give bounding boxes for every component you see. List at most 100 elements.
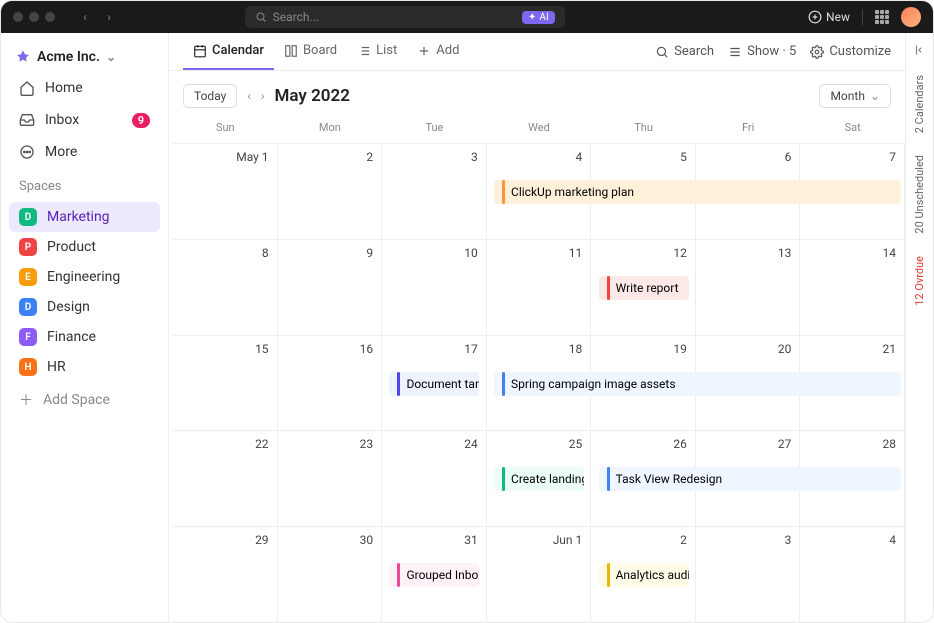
event-color-bar: [502, 467, 505, 491]
apps-icon[interactable]: [875, 10, 889, 24]
space-badge-icon: E: [19, 268, 37, 286]
window-controls[interactable]: [13, 12, 55, 22]
sidebar-item-inbox[interactable]: Inbox 9: [9, 105, 160, 135]
day-number: 16: [360, 342, 374, 356]
divider: [862, 9, 863, 25]
day-number: 9: [366, 246, 373, 260]
back-button[interactable]: ‹: [75, 7, 95, 27]
spaces-section-label: Spaces: [9, 169, 160, 200]
calendar-day[interactable]: Jun 1: [487, 527, 592, 622]
collapse-icon[interactable]: [913, 43, 927, 57]
add-space-button[interactable]: ＋ Add Space: [9, 384, 160, 416]
calendar-day[interactable]: 11: [487, 240, 592, 335]
calendar-day[interactable]: 22: [173, 431, 278, 526]
calendar-event[interactable]: Document target users: [389, 372, 479, 396]
day-number: 13: [778, 246, 792, 260]
calendar-day[interactable]: 30: [278, 527, 383, 622]
event-label: Write report: [616, 281, 679, 295]
view-select[interactable]: Month⌄: [819, 84, 891, 108]
sidebar-item-more[interactable]: More: [9, 137, 160, 167]
ai-badge[interactable]: ✦ AI: [522, 11, 555, 24]
tab-list[interactable]: List: [347, 33, 407, 70]
space-label: HR: [47, 359, 66, 375]
new-button[interactable]: New: [808, 10, 850, 24]
search-button[interactable]: Search: [655, 44, 714, 59]
day-number: 20: [778, 342, 792, 356]
show-button[interactable]: Show · 5: [728, 44, 796, 59]
today-button[interactable]: Today: [183, 84, 237, 108]
calendar-event[interactable]: Write report: [599, 276, 689, 300]
space-badge-icon: H: [19, 358, 37, 376]
sidebar-space-product[interactable]: PProduct: [9, 232, 160, 262]
day-number: 4: [889, 533, 896, 547]
calendar-day[interactable]: 4: [800, 527, 905, 622]
day-number: Jun 1: [553, 533, 583, 547]
calendar-event[interactable]: Create landing page: [494, 467, 584, 491]
calendar-event[interactable]: Task View Redesign: [599, 467, 902, 491]
day-number: 6: [785, 150, 792, 164]
calendar-day[interactable]: 23: [278, 431, 383, 526]
forward-button[interactable]: ›: [99, 7, 119, 27]
space-badge-icon: D: [19, 298, 37, 316]
calendar-day[interactable]: 2: [278, 144, 383, 239]
event-label: Create landing page: [511, 472, 584, 486]
event-label: Document target users: [406, 377, 479, 391]
calendar-day[interactable]: 14: [800, 240, 905, 335]
overdue-count[interactable]: 12 Ovrdue: [913, 252, 926, 310]
tab-board[interactable]: Board: [274, 33, 347, 70]
plus-icon: [417, 44, 431, 58]
calendar-day[interactable]: 13: [696, 240, 801, 335]
event-color-bar: [607, 467, 610, 491]
sidebar-space-engineering[interactable]: EEngineering: [9, 262, 160, 292]
space-badge-icon: F: [19, 328, 37, 346]
plus-circle-icon: [808, 10, 822, 24]
dow-label: Fri: [696, 121, 801, 143]
sliders-icon: [728, 45, 742, 59]
calendar-day[interactable]: 24: [382, 431, 487, 526]
calendars-count[interactable]: 2 Calendars: [913, 71, 926, 137]
dow-label: Tue: [382, 121, 487, 143]
calendar-day[interactable]: 8: [173, 240, 278, 335]
calendar-event[interactable]: Analytics audit: [599, 563, 689, 587]
event-color-bar: [502, 372, 505, 396]
sidebar-space-finance[interactable]: FFinance: [9, 322, 160, 352]
next-month-button[interactable]: ›: [261, 89, 265, 103]
unscheduled-count[interactable]: 20 Unscheduled: [913, 151, 926, 238]
search-input[interactable]: Search... ✦ AI: [245, 6, 565, 28]
calendar-day[interactable]: 15: [173, 336, 278, 431]
day-number: 28: [882, 437, 896, 451]
calendar-day[interactable]: 3: [382, 144, 487, 239]
prev-month-button[interactable]: ‹: [247, 89, 251, 103]
avatar[interactable]: [901, 7, 921, 27]
day-number: 15: [255, 342, 269, 356]
calendar-day[interactable]: 9: [278, 240, 383, 335]
sidebar-space-marketing[interactable]: DMarketing: [9, 202, 160, 232]
calendar-day[interactable]: May 1: [173, 144, 278, 239]
day-number: 30: [360, 533, 374, 547]
day-number: 21: [882, 342, 896, 356]
calendar-day[interactable]: 10: [382, 240, 487, 335]
day-number: 25: [569, 437, 583, 451]
calendar-day[interactable]: 3: [696, 527, 801, 622]
sidebar-space-design[interactable]: DDesign: [9, 292, 160, 322]
calendar-day[interactable]: 16: [278, 336, 383, 431]
search-icon: [255, 11, 267, 23]
customize-button[interactable]: Customize: [810, 44, 891, 59]
sidebar-space-hr[interactable]: H HR: [9, 352, 160, 382]
inbox-badge: 9: [132, 113, 150, 128]
day-number: 5: [680, 150, 687, 164]
calendar-event[interactable]: Spring campaign image assets: [494, 372, 901, 396]
day-number: 4: [576, 150, 583, 164]
workspace-switcher[interactable]: Acme Inc. ⌄: [9, 43, 160, 71]
chevron-down-icon: ⌄: [870, 89, 880, 103]
event-label: Grouped Inbox Comments: [406, 568, 479, 582]
calendar-day[interactable]: 29: [173, 527, 278, 622]
sidebar-item-home[interactable]: Home: [9, 73, 160, 103]
calendar-event[interactable]: Grouped Inbox Comments: [389, 563, 479, 587]
day-number: 26: [673, 437, 687, 451]
calendar-event[interactable]: ClickUp marketing plan: [494, 180, 901, 204]
tab-calendar[interactable]: Calendar: [183, 33, 274, 70]
event-label: Spring campaign image assets: [511, 377, 676, 391]
tab-add[interactable]: Add: [407, 33, 469, 70]
list-icon: [357, 44, 371, 58]
